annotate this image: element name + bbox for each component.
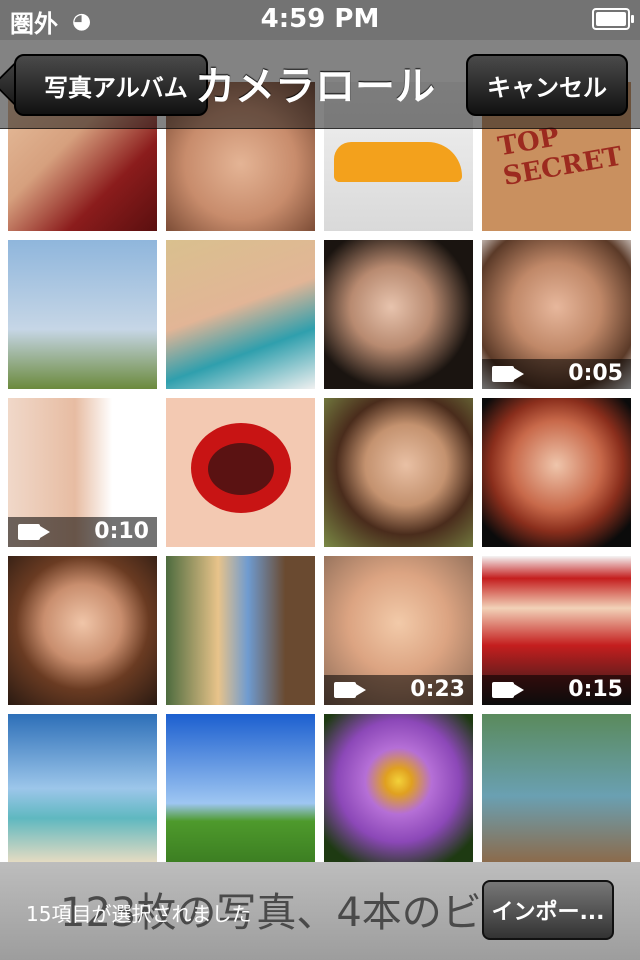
status-bar: 圏外 ◕ 4:59 PM xyxy=(0,0,640,40)
photo-thumbnail[interactable] xyxy=(324,240,473,389)
video-camera-icon xyxy=(492,366,514,382)
video-camera-icon xyxy=(334,682,356,698)
selection-status: 15項目が選択されました xyxy=(26,902,252,926)
cancel-button[interactable]: キャンセル xyxy=(466,54,628,116)
battery-icon xyxy=(592,8,634,30)
video-overlay: 0:15 xyxy=(482,675,631,705)
video-duration: 0:05 xyxy=(568,361,623,386)
video-overlay: 0:10 xyxy=(8,517,157,547)
photo-thumbnail[interactable] xyxy=(166,714,315,863)
video-overlay: 0:05 xyxy=(482,359,631,389)
import-button[interactable]: インポー... xyxy=(482,880,614,940)
video-thumbnail[interactable]: 0:10 xyxy=(8,398,157,547)
photo-thumbnail[interactable] xyxy=(324,714,473,863)
status-time: 4:59 PM xyxy=(260,4,380,34)
video-duration: 0:23 xyxy=(410,677,465,702)
navigation-bar: 写真アルバム カメラロール キャンセル xyxy=(0,40,640,129)
photo-thumbnail[interactable] xyxy=(166,398,315,547)
photo-thumbnail[interactable] xyxy=(482,398,631,547)
video-thumbnail[interactable]: 0:23 xyxy=(324,556,473,705)
photo-thumbnail[interactable] xyxy=(482,714,631,863)
photo-thumbnail[interactable] xyxy=(166,240,315,389)
page-title: カメラロール xyxy=(195,64,435,110)
photo-thumbnail[interactable] xyxy=(8,714,157,863)
video-camera-icon xyxy=(18,524,40,540)
video-camera-icon xyxy=(492,682,514,698)
photo-thumbnail[interactable] xyxy=(8,556,157,705)
back-button[interactable]: 写真アルバム xyxy=(14,54,208,116)
video-duration: 0:15 xyxy=(568,677,623,702)
video-thumbnail[interactable]: 0:15 xyxy=(482,556,631,705)
video-duration: 0:10 xyxy=(94,519,149,544)
photo-thumbnail[interactable] xyxy=(166,556,315,705)
photo-thumbnail[interactable] xyxy=(8,240,157,389)
video-thumbnail[interactable]: 0:05 xyxy=(482,240,631,389)
photo-thumbnail[interactable] xyxy=(324,398,473,547)
video-overlay: 0:23 xyxy=(324,675,473,705)
